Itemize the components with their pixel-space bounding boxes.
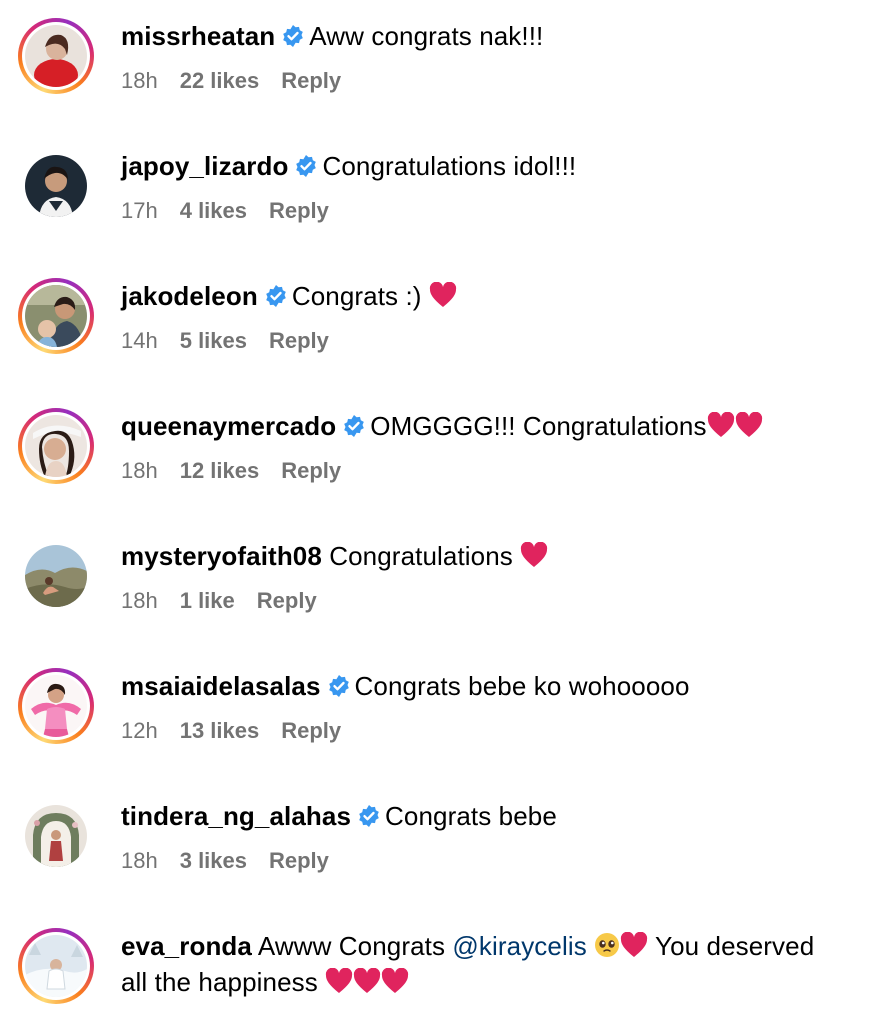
avatar-story-ring[interactable] [18, 278, 94, 354]
red-heart-emoji-icon [735, 412, 763, 438]
comment-text: Congratulations [329, 541, 513, 571]
avatar[interactable] [25, 415, 87, 477]
comment-text: Aww congrats nak!!! [309, 21, 544, 51]
comment-time: 18h [121, 588, 158, 613]
comment-text-line: all the happiness [121, 964, 870, 1000]
likes-count-link[interactable]: 1 like [180, 588, 235, 613]
reply-button[interactable]: Reply [281, 458, 341, 483]
username-link[interactable]: msaiaidelasalas [121, 671, 321, 701]
likes-count-link[interactable]: 5 likes [180, 328, 247, 353]
avatar[interactable] [25, 155, 87, 217]
comment-text-line: jakodeleon Congrats :) [121, 278, 870, 314]
comment-time: 18h [121, 848, 158, 873]
verified-badge-icon [327, 674, 351, 698]
reply-button[interactable]: Reply [281, 718, 341, 743]
username-link[interactable]: tindera_ng_alahas [121, 801, 351, 831]
avatar[interactable] [25, 545, 87, 607]
comment-text-line: japoy_lizardo Congratulations idol!!! [121, 148, 870, 184]
red-heart-emoji-icon [353, 968, 381, 994]
reply-button[interactable]: Reply [281, 68, 341, 93]
likes-count-link[interactable]: 13 likes [180, 718, 260, 743]
likes-count-link[interactable]: 4 likes [180, 198, 247, 223]
likes-count-link[interactable]: 22 likes [180, 68, 260, 93]
reply-button[interactable]: Reply [269, 848, 329, 873]
comment-meta: 18h 1 like Reply [121, 588, 870, 614]
username-link[interactable]: missrheatan [121, 21, 275, 51]
avatar-story-ring[interactable] [18, 408, 94, 484]
comment-meta: 17h 4 likes Reply [121, 198, 870, 224]
verified-badge-icon [342, 414, 366, 438]
comment-time: 14h [121, 328, 158, 353]
mention-link[interactable]: @kiraycelis [452, 931, 586, 961]
reply-button[interactable]: Reply [257, 588, 317, 613]
comment-text: Congratulations idol!!! [322, 151, 577, 181]
avatar-story-ring[interactable] [18, 668, 94, 744]
avatar[interactable] [25, 935, 87, 997]
comment-text-line: tindera_ng_alahas Congrats bebe [121, 798, 870, 834]
comment-text-line: missrheatan Aww congrats nak!!! [121, 18, 870, 54]
comment-time: 18h [121, 68, 158, 93]
comment-meta: 14h 5 likes Reply [121, 328, 870, 354]
comment-time: 12h [121, 718, 158, 743]
avatar[interactable] [25, 675, 87, 737]
comment-text: OMGGGG!!! Congratulations [370, 411, 707, 441]
verified-badge-icon [281, 24, 305, 48]
comment-text-line: msaiaidelasalas Congrats bebe ko wohooooo [121, 668, 870, 704]
likes-count-link[interactable]: 3 likes [180, 848, 247, 873]
red-heart-emoji-icon [707, 412, 735, 438]
comment-text-line: queenaymercado OMGGGG!!! Congratulations [121, 408, 870, 444]
avatar-wrap[interactable] [18, 798, 94, 874]
verified-badge-icon [294, 154, 318, 178]
avatar[interactable] [25, 285, 87, 347]
verified-badge-icon [357, 804, 381, 828]
pleading-face-emoji-icon [594, 932, 620, 958]
reply-button[interactable]: Reply [269, 328, 329, 353]
comment-meta: 18h 3 likes Reply [121, 848, 870, 874]
comment-text-line: eva_ronda Awww Congrats @kiraycelis You … [121, 928, 870, 964]
comment-meta: 18h 22 likes Reply [121, 68, 870, 94]
comment-time: 17h [121, 198, 158, 223]
avatar-story-ring[interactable] [18, 928, 94, 1004]
username-link[interactable]: queenaymercado [121, 411, 336, 441]
comment-meta: 18h 12 likes Reply [121, 458, 870, 484]
comment-text: all the happiness [121, 967, 318, 997]
reply-button[interactable]: Reply [269, 198, 329, 223]
comment-text-line: mysteryofaith08 Congratulations [121, 538, 870, 574]
comment-text: You deserved [655, 931, 815, 961]
comment-text: Awww Congrats [257, 931, 446, 961]
comment-text: Congrats bebe ko wohooooo [354, 671, 690, 701]
red-heart-emoji-icon [520, 542, 548, 568]
avatar-wrap[interactable] [18, 538, 94, 614]
red-heart-emoji-icon [429, 282, 457, 308]
red-heart-emoji-icon [325, 968, 353, 994]
verified-badge-icon [264, 284, 288, 308]
red-heart-emoji-icon [381, 968, 409, 994]
username-link[interactable]: jakodeleon [121, 281, 258, 311]
comment-text: Congrats bebe [385, 801, 557, 831]
comments-list: missrheatan Aww congrats nak!!! 18h 22 lik… [0, 0, 880, 1024]
username-link[interactable]: japoy_lizardo [121, 151, 288, 181]
avatar-story-ring[interactable] [18, 18, 94, 94]
username-link[interactable]: mysteryofaith08 [121, 541, 322, 571]
comment-time: 18h [121, 458, 158, 483]
likes-count-link[interactable]: 12 likes [180, 458, 260, 483]
username-link[interactable]: eva_ronda [121, 931, 252, 961]
red-heart-emoji-icon [620, 932, 648, 958]
avatar-wrap[interactable] [18, 148, 94, 224]
comment-meta: 12h 13 likes Reply [121, 718, 870, 744]
avatar[interactable] [25, 25, 87, 87]
avatar[interactable] [25, 805, 87, 867]
comment-text: Congrats :) [291, 281, 422, 311]
